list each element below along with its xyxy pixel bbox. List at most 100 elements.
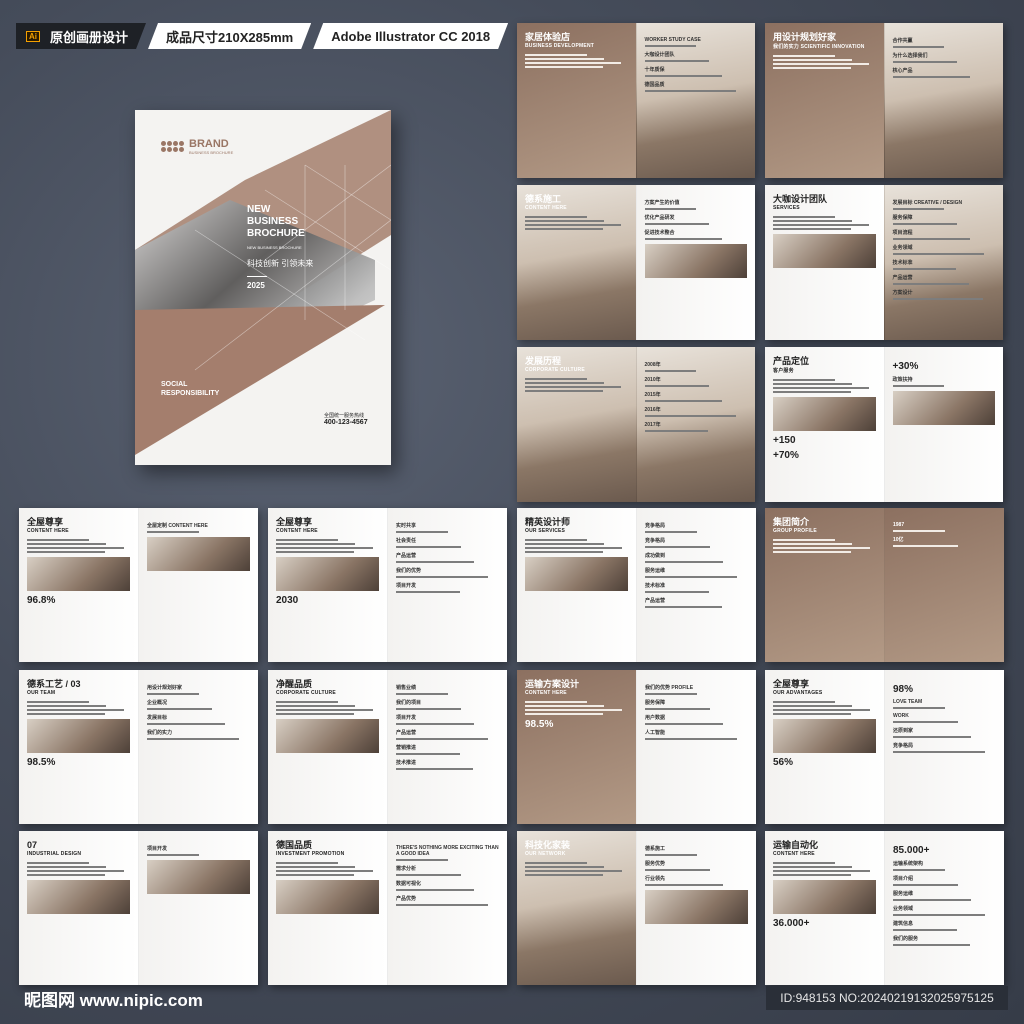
text-placeholder bbox=[525, 869, 622, 872]
photo-placeholder bbox=[147, 537, 250, 571]
spread-title: 07 bbox=[27, 840, 38, 850]
section-label: 发展目标 CREATIVE / DESIGN bbox=[892, 200, 963, 206]
spread-title: 发展历程 bbox=[525, 356, 562, 366]
brochure-spread: 德国品质 INVESTMENT PROMOTION THERE'S NOTHING … bbox=[268, 831, 507, 985]
text-placeholder bbox=[893, 545, 958, 547]
photo-placeholder bbox=[276, 718, 379, 753]
text-placeholder bbox=[276, 550, 355, 553]
section-label: 数据可视化 bbox=[396, 881, 422, 887]
text-placeholder bbox=[892, 61, 958, 63]
left-page: 精英设计师 OUR SERVICES bbox=[517, 508, 636, 662]
spread-title: 运输自动化 bbox=[773, 840, 819, 850]
right-page: 方案产生的价值 优化产品研发 促进技术整合 bbox=[635, 185, 755, 340]
spread-subtitle: CONTENT HERE bbox=[773, 850, 815, 857]
section-label: 项目流程 bbox=[892, 230, 913, 236]
section-label: 销售业绩 bbox=[396, 685, 417, 691]
left-page: 全屋尊享 CONTENT HERE 2030 bbox=[268, 508, 387, 662]
tag-software: Adobe Illustrator CC 2018 bbox=[313, 23, 508, 49]
stat-value: 2030 bbox=[276, 594, 299, 606]
photo-placeholder bbox=[525, 556, 628, 591]
stat-value: 98% bbox=[893, 684, 914, 695]
text-placeholder bbox=[892, 268, 957, 270]
stat-value: +30% bbox=[892, 361, 919, 372]
text-placeholder bbox=[525, 712, 604, 715]
text-placeholder bbox=[893, 736, 972, 738]
text-placeholder bbox=[644, 75, 723, 77]
text-placeholder bbox=[773, 66, 851, 69]
section-label: 10亿 bbox=[893, 537, 904, 543]
stat-value: 98.5% bbox=[27, 756, 56, 768]
text-placeholder bbox=[396, 874, 461, 876]
text-placeholder bbox=[27, 708, 124, 711]
section-label: WORK bbox=[893, 713, 909, 719]
text-placeholder bbox=[27, 700, 89, 703]
tag-label: 原创画册设计 bbox=[50, 29, 129, 45]
text-placeholder bbox=[396, 708, 461, 710]
text-placeholder bbox=[644, 238, 723, 240]
right-page: 销售业绩 我们的项目 项目开发 产品运营 营销推进 技术推进 bbox=[387, 670, 507, 824]
text-placeholder bbox=[644, 370, 696, 372]
spread-title: 全屋尊享 bbox=[27, 517, 64, 527]
section-label: 德国品质 bbox=[644, 82, 665, 88]
right-page: 1987 10亿 bbox=[884, 508, 1004, 662]
text-placeholder bbox=[773, 700, 835, 703]
section-label: 技术推进 bbox=[396, 760, 417, 766]
spread-title: 大咖设计团队 bbox=[773, 194, 828, 204]
text-placeholder bbox=[525, 215, 587, 218]
photo-placeholder bbox=[773, 233, 876, 268]
text-placeholder bbox=[773, 219, 852, 222]
left-page: 净醒品质 CORPORATE CULTURE bbox=[268, 670, 387, 824]
text-placeholder bbox=[525, 873, 604, 876]
spread-title: 德国品质 bbox=[276, 840, 313, 850]
text-placeholder bbox=[773, 538, 835, 541]
text-placeholder bbox=[644, 208, 696, 210]
section-label: 技术标准 bbox=[892, 260, 913, 266]
text-placeholder bbox=[892, 238, 971, 240]
left-page: 德系工艺 / 03 OUR TEAM 98.5% bbox=[19, 670, 138, 824]
right-page: 全屋定制 CONTENT HERE bbox=[138, 508, 258, 662]
brochure-spread: 运输方案设计 CONTENT HERE 98.5% 我们的优势 PROFILE 服务保障… bbox=[517, 670, 756, 824]
text-placeholder bbox=[644, 385, 710, 387]
section-label: 大咖设计团队 bbox=[644, 52, 675, 58]
section-label: 用设计规划好家 bbox=[147, 685, 183, 691]
text-placeholder bbox=[27, 861, 89, 864]
text-placeholder bbox=[27, 704, 107, 707]
text-placeholder bbox=[892, 283, 970, 285]
text-placeholder bbox=[27, 542, 107, 545]
section-label: 营销推进 bbox=[396, 745, 417, 751]
image-id: ID:948153 NO:20240219132025975125 bbox=[766, 986, 1008, 1010]
section-label: 合作共赢 bbox=[892, 38, 913, 44]
section-label: 2016年 bbox=[644, 407, 661, 413]
text-placeholder bbox=[773, 869, 870, 872]
text-placeholder bbox=[525, 385, 622, 388]
text-placeholder bbox=[773, 550, 852, 553]
text-placeholder bbox=[525, 61, 622, 64]
spread-subtitle: OUR ADVANTAGES bbox=[773, 689, 823, 696]
text-placeholder bbox=[893, 929, 957, 931]
brochure-spread: 发展历程 CORPORATE CULTURE 2008年 2010年 2015年 2016… bbox=[517, 347, 755, 502]
illustrator-icon: Ai bbox=[26, 31, 40, 42]
section-label: 产品运营 bbox=[396, 730, 417, 736]
spread-subtitle: CONTENT HERE bbox=[525, 204, 567, 211]
left-page: 家居体验店 BUSINESS DEVELOPMENT bbox=[517, 23, 636, 178]
left-page: 大咖设计团队 SERVICES bbox=[765, 185, 884, 340]
left-page: 科技化家装 OUR NETWORK bbox=[517, 831, 636, 985]
section-label: 2008年 bbox=[644, 362, 661, 368]
brochure-spread: 全屋尊享 OUR ADVANTAGES 56% 98% LOVE TEAM WORK 还原到… bbox=[765, 670, 1004, 824]
section-label: 我们的优势 PROFILE bbox=[645, 685, 694, 691]
section-label: 行业领先 bbox=[645, 876, 666, 882]
text-placeholder bbox=[396, 859, 448, 861]
text-placeholder bbox=[396, 591, 460, 593]
section-label: 核心产品 bbox=[892, 68, 913, 74]
text-placeholder bbox=[773, 382, 852, 385]
section-label: 服务运维 bbox=[645, 568, 666, 574]
spread-subtitle: CONTENT HERE bbox=[27, 527, 69, 534]
right-page: 德系施工 服务优势 行业领先 bbox=[636, 831, 756, 985]
stat-value: 56% bbox=[773, 756, 794, 768]
text-placeholder bbox=[396, 546, 461, 548]
photo-placeholder bbox=[773, 718, 876, 753]
section-label: 我们的优势 bbox=[396, 568, 422, 574]
text-placeholder bbox=[147, 693, 199, 695]
text-placeholder bbox=[644, 90, 736, 92]
section-label: 服务保障 bbox=[892, 215, 913, 221]
